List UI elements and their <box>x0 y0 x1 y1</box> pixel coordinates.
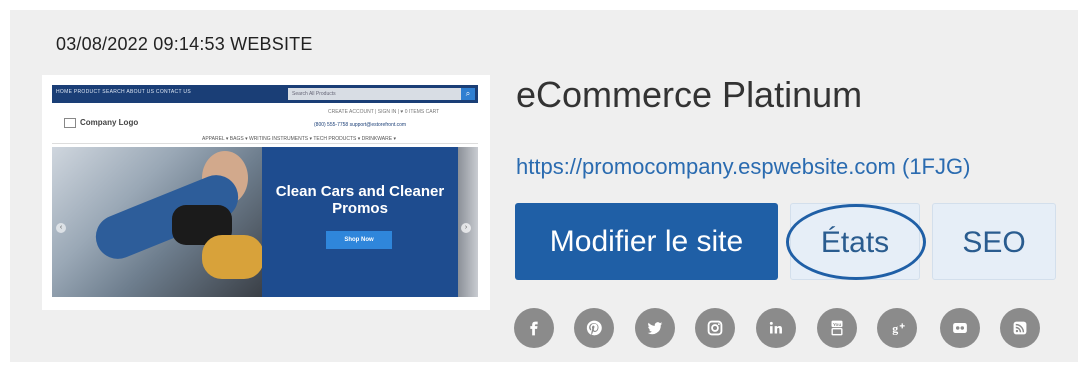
thumb-logo-text: Company Logo <box>80 118 139 127</box>
twitter-icon[interactable] <box>635 308 675 348</box>
pinterest-icon[interactable] <box>574 308 614 348</box>
product-title: eCommerce Platinum <box>516 74 863 115</box>
seo-button[interactable]: SEO <box>932 203 1056 280</box>
thumb-util-links: CREATE ACCOUNT | SIGN IN | ♥ 0 ITEMS CAR… <box>328 109 440 115</box>
flickr-icon[interactable] <box>940 308 980 348</box>
chevron-left-icon: ‹ <box>56 223 66 233</box>
instagram-icon[interactable] <box>695 308 735 348</box>
thumb-nav-links: HOME PRODUCT SEARCH ABOUT US CONTACT US <box>56 89 191 95</box>
linkedin-icon[interactable] <box>756 308 796 348</box>
thumb-divider <box>52 143 478 144</box>
google-plus-icon[interactable]: g <box>877 308 917 348</box>
edit-site-button[interactable]: Modifier le site <box>515 203 778 280</box>
chevron-right-icon: › <box>461 223 471 233</box>
website-url-link[interactable]: https://promocompany.espwebsite.com (1FJ… <box>516 154 970 180</box>
svg-text:g: g <box>892 322 898 336</box>
svg-text:You: You <box>833 322 842 327</box>
youtube-icon[interactable]: You <box>817 308 857 348</box>
thumb-hero-button: Shop Now <box>326 231 392 249</box>
thumb-logo-icon <box>64 118 76 128</box>
website-card: 03/08/2022 09:14:53 WEBSITE HOME PRODUCT… <box>10 10 1078 362</box>
timestamp-label: 03/08/2022 09:14:53 WEBSITE <box>56 34 313 54</box>
thumb-contact: (800) 555-7758 support@estorefront.com <box>314 122 407 128</box>
thumb-search-input: Search All Products <box>288 88 461 100</box>
thumb-menu: APPAREL ▾ BAGS ▾ WRITING INSTRUMENTS ▾ T… <box>202 136 396 142</box>
highlight-circle <box>786 204 926 280</box>
rss-icon[interactable] <box>1000 308 1040 348</box>
thumb-hero-panel <box>262 147 458 297</box>
thumb-hero-next-slide <box>458 147 478 297</box>
thumbnail-preview: HOME PRODUCT SEARCH ABOUT US CONTACT US … <box>52 85 478 297</box>
facebook-icon[interactable] <box>514 308 554 348</box>
search-icon: ⌕ <box>461 88 475 100</box>
thumb-hero-rag <box>202 235 264 279</box>
website-thumbnail[interactable]: HOME PRODUCT SEARCH ABOUT US CONTACT US … <box>42 75 490 310</box>
thumb-hero-title: Clean Cars and Cleaner Promos <box>275 183 445 217</box>
